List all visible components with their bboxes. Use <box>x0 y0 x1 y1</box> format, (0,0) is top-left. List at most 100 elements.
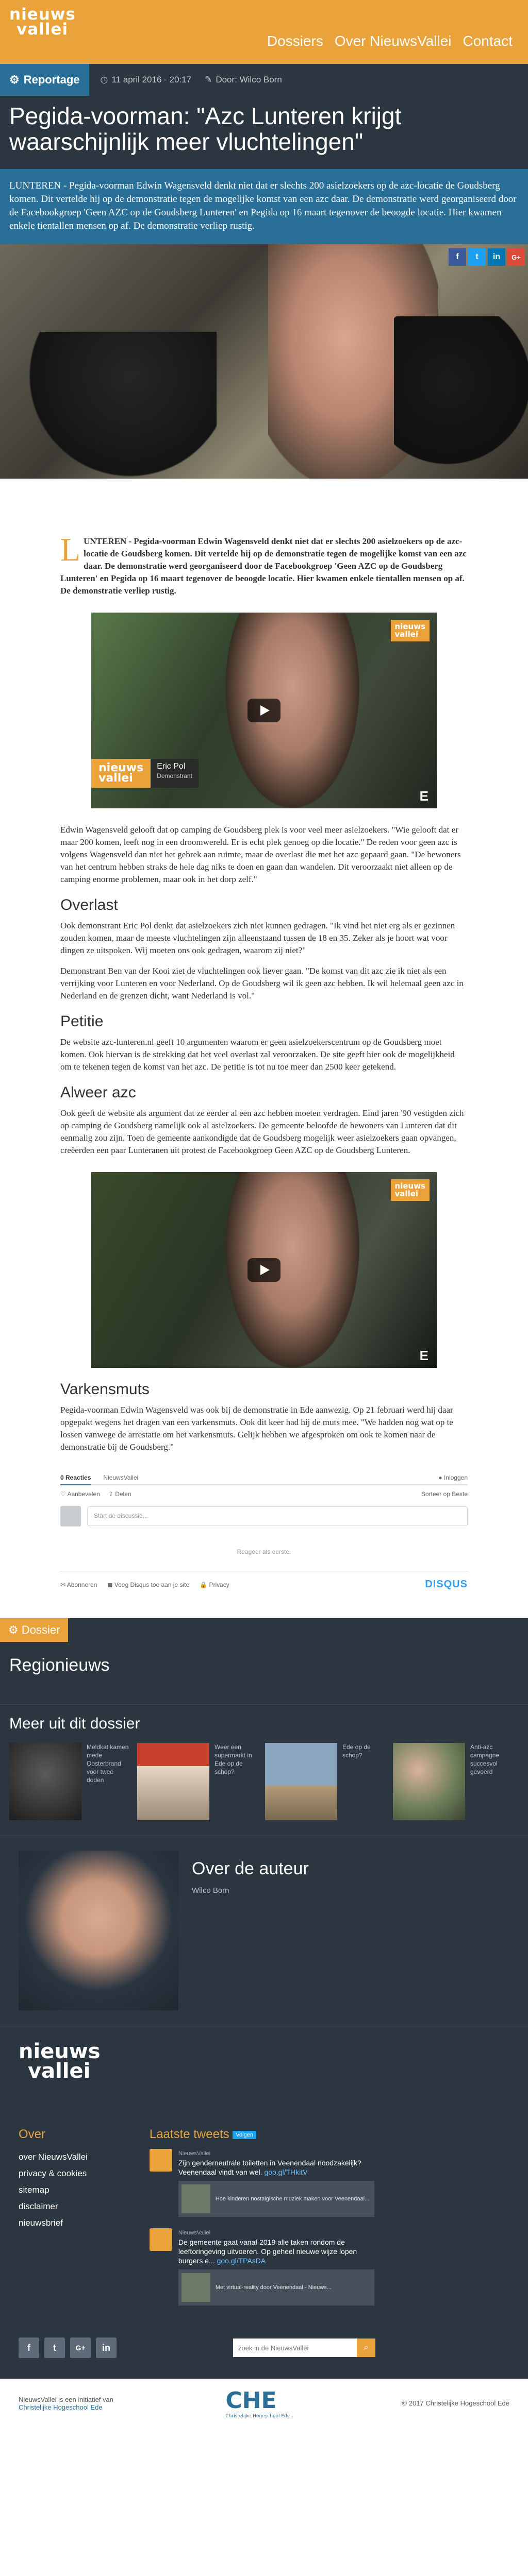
author-info: Over de auteur Wilco Born <box>192 1851 309 2010</box>
speaker-name: Eric Pol <box>157 762 186 771</box>
linkedin-icon[interactable]: in <box>96 2337 117 2358</box>
googleplus-icon[interactable]: G+ <box>507 248 525 266</box>
play-button[interactable] <box>248 699 280 722</box>
disqus-logo[interactable]: DISQUS <box>425 1579 468 1590</box>
comments-actions: ♡ Aanbevelen ⇪ Delen Sorteer op Beste <box>60 1485 468 1503</box>
footer-link-sitemap[interactable]: sitemap <box>19 2185 50 2195</box>
paragraph: Pegida-voorman Edwin Wagensveld was ook … <box>60 1405 453 1452</box>
lower-third-logo: nieuws vallei <box>91 759 151 788</box>
comments-site[interactable]: NieuwsVallei <box>103 1474 138 1481</box>
card-text: Ede op de schop? <box>342 1743 371 1759</box>
video-logo-2: vallei <box>394 630 419 639</box>
dossier-card[interactable]: Weer een supermarkt in Ede op de schop? <box>137 1743 258 1820</box>
video-mark: E <box>419 1348 428 1363</box>
share-button[interactable]: ⇪ Delen <box>108 1490 131 1498</box>
tweet-text: De gemeente gaat vanaf 2019 alle taken r… <box>178 2238 357 2265</box>
category-label: Reportage <box>23 73 80 86</box>
subscribe-link[interactable]: ✉ Abonneren <box>60 1581 97 1588</box>
comment-count[interactable]: 0 Reacties <box>60 1474 91 1485</box>
play-button[interactable] <box>248 1258 280 1282</box>
video2-logo-2: vallei <box>394 1189 419 1198</box>
tweet-body: NieuwsVallei De gemeente gaat vanaf 2019… <box>178 2228 374 2306</box>
footer-columns: Over over NieuwsVallei privacy & cookies… <box>19 2127 509 2317</box>
dossier-card[interactable]: Meldkat kamen mede Oosterbrand voor twee… <box>9 1743 130 1820</box>
author-box: Over de auteur Wilco Born <box>0 1836 528 2026</box>
lead-text: UNTEREN - Pegida-voorman Edwin Wagensvel… <box>60 536 467 596</box>
linkedin-icon[interactable]: in <box>488 248 505 266</box>
tweets-heading: Laatste tweets Volgen <box>150 2127 371 2142</box>
privacy-link[interactable]: 🔒 Privacy <box>200 1581 229 1588</box>
footer-over-heading: Over <box>19 2127 46 2141</box>
dossier-card[interactable]: Ede op de schop? <box>265 1743 386 1820</box>
card-text: Weer een supermarkt in Ede op de schop? <box>214 1743 252 1775</box>
card-text: Meldkat kamen mede Oosterbrand voor twee… <box>87 1743 129 1784</box>
footer-link-nieuwsbrief[interactable]: nieuwsbrief <box>19 2218 63 2228</box>
googleplus-icon[interactable]: G+ <box>70 2337 91 2358</box>
copyright: © 2017 Christelijke Hogeschool Ede <box>402 2399 509 2407</box>
privacy-label: Privacy <box>209 1581 229 1588</box>
initiative-link[interactable]: Christelijke Hogeschool Ede <box>19 2403 103 2411</box>
footer-link-over[interactable]: over NieuwsVallei <box>19 2152 88 2162</box>
no-comments-text: Reageer als eerste. <box>237 1548 291 1555</box>
che-logo[interactable]: CHE Christelijke Hogeschool Ede <box>225 2387 290 2419</box>
video-lower-third: nieuws vallei Eric Pol Demonstrant <box>91 759 199 788</box>
hero-crowd-left <box>0 332 217 479</box>
tweet-user[interactable]: NieuwsVallei <box>178 2149 374 2158</box>
twitter-icon[interactable]: t <box>44 2337 65 2358</box>
tweet-avatar <box>149 2149 172 2172</box>
video-logo: nieuws vallei <box>390 620 430 641</box>
dossier-card[interactable]: Anti-azc campagne succesvol gevoerd <box>393 1743 514 1820</box>
che-logo-text: CHE <box>225 2387 277 2414</box>
tweet-link[interactable]: goo.gl/THkitV <box>264 2168 307 2176</box>
footer-logo[interactable]: nieuws vallei <box>19 2040 509 2081</box>
facebook-icon[interactable]: f <box>449 248 466 266</box>
dossier-cards: Meldkat kamen mede Oosterbrand voor twee… <box>0 1743 528 1820</box>
add-disqus-link[interactable]: ◼ Voeg Disqus toe aan je site <box>107 1581 189 1588</box>
video-player-2[interactable]: nieuws vallei E <box>91 1172 437 1368</box>
tweet-card-text: Met virtual-reality door Veenendaal - Ni… <box>215 2284 332 2291</box>
author-photo <box>19 1851 178 2010</box>
tweet-avatar <box>149 2228 172 2251</box>
site-logo[interactable]: nieuws vallei <box>9 7 76 38</box>
comment-input-row: Start de discussie... <box>60 1506 468 1527</box>
initiative-line1: NieuwsVallei is een initiatief van <box>19 2395 114 2403</box>
facebook-icon[interactable]: f <box>19 2337 39 2358</box>
heading-varkensmuts: Varkensmuts <box>60 1381 150 1398</box>
meer-dossier: Meer uit dit dossier Meldkat kamen mede … <box>0 1704 528 1836</box>
sort-dropdown[interactable]: Sorteer op Beste <box>421 1490 468 1498</box>
add-disqus-label: Voeg Disqus toe aan je site <box>114 1581 190 1588</box>
tweet-card[interactable]: Hoe kinderen nostalgische muziek maken v… <box>178 2181 374 2217</box>
tweet-card[interactable]: Met virtual-reality door Veenendaal - Ni… <box>178 2269 374 2306</box>
comment-input[interactable]: Start de discussie... <box>87 1506 468 1526</box>
main-nav: Dossiers Over NieuwsVallei Contact <box>267 33 513 49</box>
search-input[interactable] <box>233 2338 357 2357</box>
twitter-icon[interactable]: t <box>468 248 486 266</box>
video-face <box>225 1172 359 1368</box>
lt-logo-2: vallei <box>98 772 133 785</box>
login-link[interactable]: ● Inloggen <box>438 1474 468 1481</box>
nav-over[interactable]: Over NieuwsVallei <box>335 33 452 49</box>
page-title: Pegida-voorman: "Azc Lunteren krijgt waa… <box>9 103 402 155</box>
author-name[interactable]: Wilco Born <box>192 1886 309 1895</box>
comments-tabs: 0 Reacties NieuwsVallei <box>60 1474 138 1485</box>
bottom-bar: NieuwsVallei is een initiatief van Chris… <box>0 2379 528 2428</box>
date: ◷ 11 april 2016 - 20:17 <box>101 75 192 85</box>
tweet: NieuwsVallei De gemeente gaat vanaf 2019… <box>149 2228 374 2306</box>
intro-text: LUNTEREN - Pegida-voorman Edwin Wagensve… <box>0 169 528 244</box>
card-image <box>9 1743 81 1820</box>
category-tag[interactable]: ⚙ Reportage <box>0 64 89 96</box>
nav-dossiers[interactable]: Dossiers <box>267 33 323 49</box>
search-icon[interactable]: ⌕ <box>357 2338 375 2357</box>
article-meta: ⚙ Reportage ◷ 11 april 2016 - 20:17 ✎ Door… <box>0 64 528 96</box>
dossier-title[interactable]: Regionieuws <box>0 1642 528 1689</box>
tweet-user[interactable]: NieuwsVallei <box>178 2228 374 2238</box>
footer-link-disclaimer[interactable]: disclaimer <box>19 2201 58 2211</box>
video-player-1[interactable]: nieuws vallei nieuws vallei Eric Pol Demons… <box>91 613 437 808</box>
tweet-card-text: Hoe kinderen nostalgische muziek maken v… <box>215 2196 370 2202</box>
nav-contact[interactable]: Contact <box>463 33 513 49</box>
tweet-link[interactable]: goo.gl/TPAsDA <box>217 2257 266 2265</box>
heading-overlast: Overlast <box>60 896 118 913</box>
footer-link-privacy[interactable]: privacy & cookies <box>19 2168 87 2178</box>
follow-button[interactable]: Volgen <box>233 2130 256 2139</box>
recommend-button[interactable]: ♡ Aanbevelen <box>60 1490 100 1498</box>
